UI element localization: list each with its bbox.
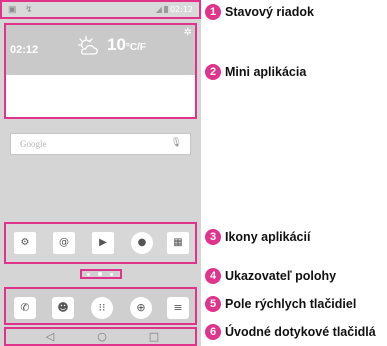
temperature-unit: °C/F: [125, 42, 147, 53]
phone-icon[interactable]: ✆: [14, 297, 36, 319]
status-right: ◢ 02:12: [156, 5, 193, 14]
widget-temperature: 10°C/F: [107, 35, 146, 55]
page-dot: [87, 273, 90, 276]
back-icon[interactable]: ◁: [40, 329, 60, 344]
callout-label: Ukazovateľ polohy: [225, 269, 337, 283]
page-dot: [110, 273, 113, 276]
home-icon[interactable]: ○: [92, 329, 112, 344]
play-store-app-icon[interactable]: ▶: [92, 232, 114, 254]
battery-icon: [163, 6, 168, 13]
signal-icon: ◢: [155, 5, 162, 14]
callout-number: 4: [205, 268, 221, 284]
home-touch-keys: ◁ ○ □: [4, 327, 197, 346]
status-bar: ▣ ↯ ◢ 02:12: [0, 0, 201, 19]
callout-label: Stavový riadok: [225, 5, 314, 19]
partly-cloudy-icon: [78, 35, 98, 55]
gear-icon[interactable]: ✲: [184, 27, 192, 38]
weather-widget[interactable]: 02:12 10°C/F ✲: [4, 23, 197, 119]
email-app-icon[interactable]: @: [53, 232, 75, 254]
notification-icons: ▣ ↯: [8, 4, 36, 14]
callout-label: Ikony aplikácií: [225, 230, 311, 244]
recent-apps-icon[interactable]: □: [144, 329, 164, 344]
apps-folder-icon[interactable]: ▦: [167, 232, 189, 254]
callout-number: 1: [205, 4, 221, 20]
mic-icon[interactable]: 🎙: [171, 138, 182, 148]
settings-app-icon[interactable]: ⚙: [14, 232, 36, 254]
phone-home-screen: ▣ ↯ ◢ 02:12 02:12 10°C/F ✲ Google 🎙 ⚙ @ …: [0, 0, 201, 346]
callout-number: 2: [205, 64, 221, 80]
callout-label: Úvodné dotykové tlačidlá: [225, 325, 376, 339]
page-dot-active: [98, 272, 102, 276]
widget-header: 02:12 10°C/F ✲: [6, 25, 195, 75]
apps-icon[interactable]: ⁝⁝: [91, 297, 113, 319]
contacts-icon[interactable]: ☻: [52, 297, 74, 319]
status-time: 02:12: [169, 5, 193, 14]
temperature-value: 10: [107, 35, 126, 54]
page-indicator: [80, 269, 122, 279]
callout-label: Mini aplikácia: [225, 65, 307, 79]
widget-time: 02:12: [10, 44, 39, 56]
callout-number: 6: [205, 324, 221, 340]
app-icons-row: ⚙ @ ▶ ● ▦: [4, 222, 197, 264]
quick-keys-dock: ✆ ☻ ⁝⁝ ⊕ ≡: [4, 287, 197, 325]
callout-number: 5: [205, 296, 221, 312]
browser-icon[interactable]: ⊕: [130, 297, 152, 319]
camera-app-icon[interactable]: ●: [131, 232, 153, 254]
search-label: Google: [20, 139, 47, 149]
google-search-bar[interactable]: Google 🎙: [10, 133, 191, 155]
callout-number: 3: [205, 229, 221, 245]
messages-icon[interactable]: ≡: [167, 297, 189, 319]
callout-label: Pole rýchlych tlačidiel: [225, 297, 357, 311]
